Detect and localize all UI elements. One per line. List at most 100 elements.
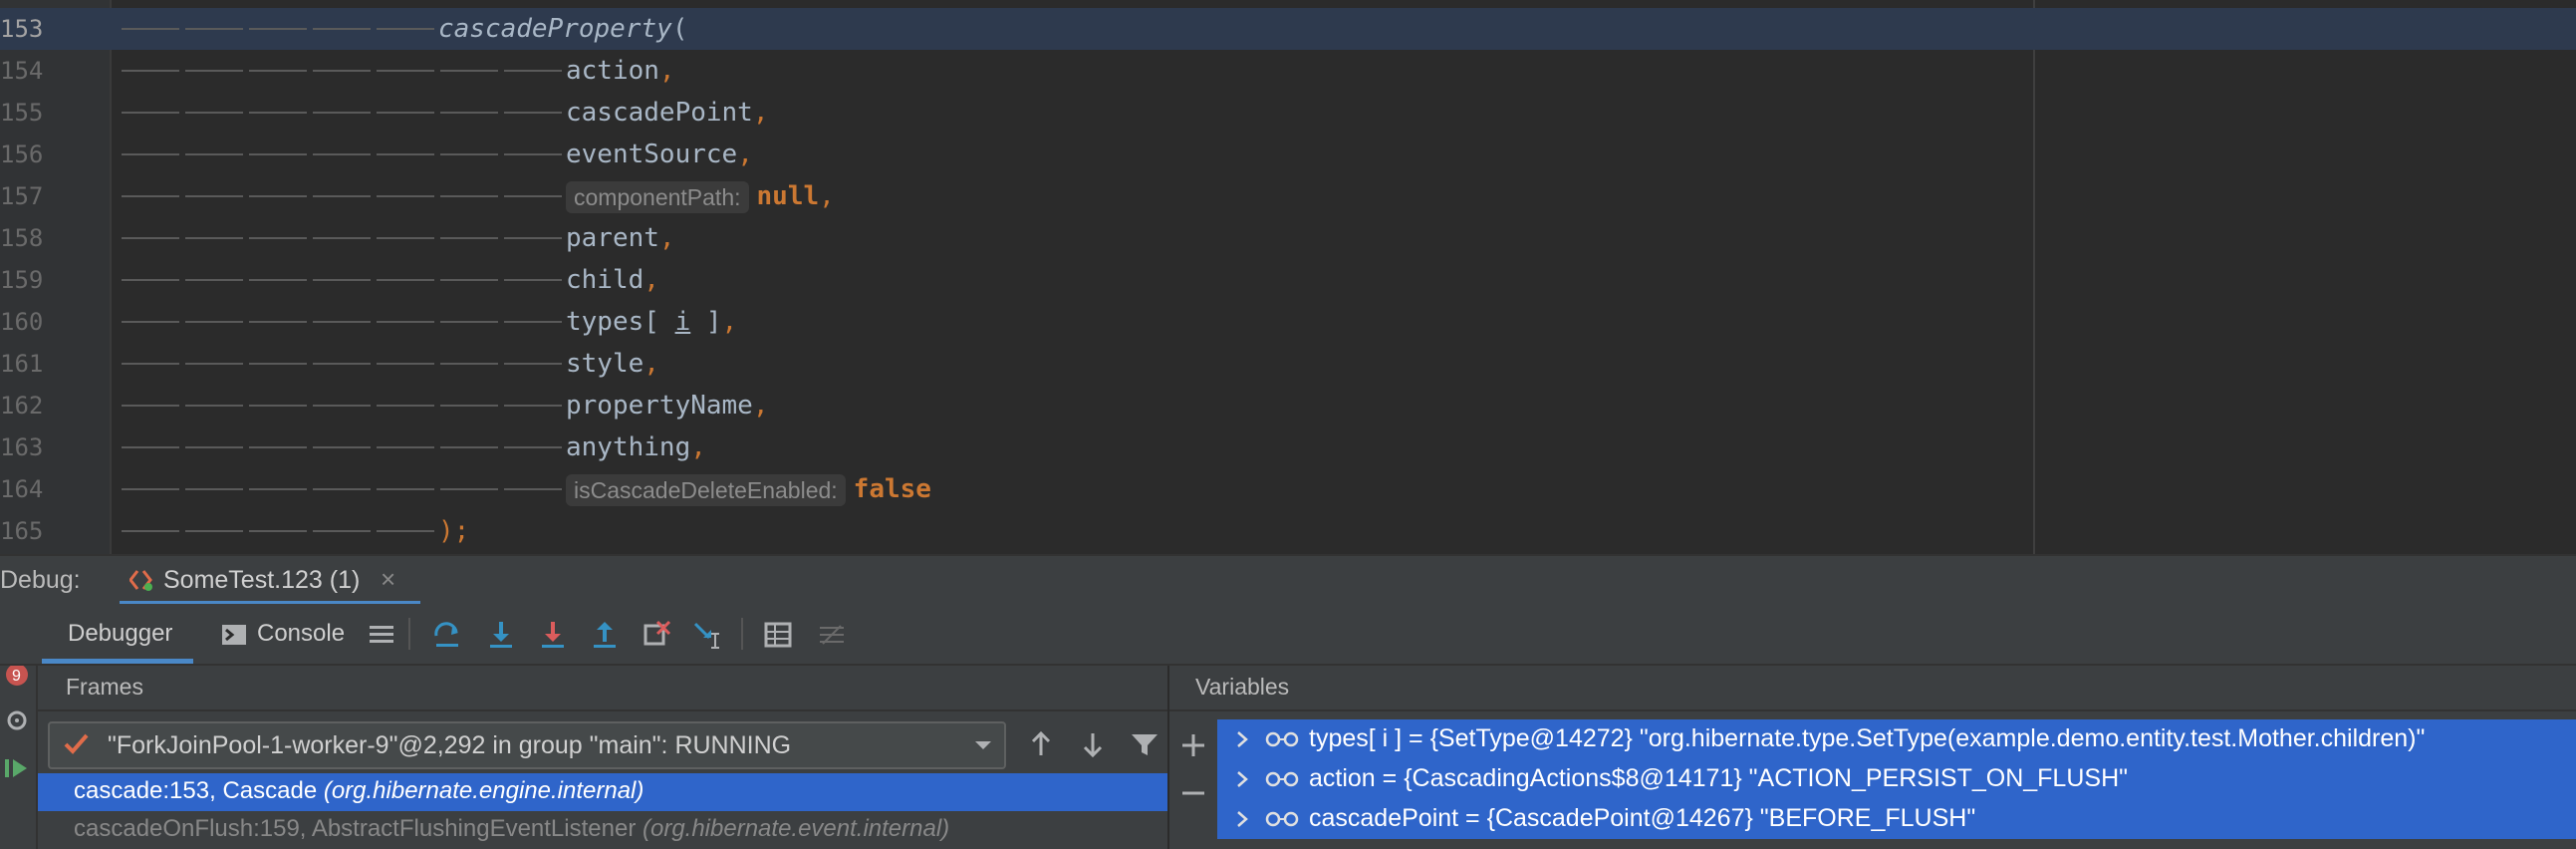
indent-guide (249, 446, 307, 448)
variable-text: action = {CascadingActions$8@14171} "ACT… (1309, 764, 2128, 792)
indent-guide (313, 488, 371, 490)
filter-icon[interactable] (1128, 727, 1161, 761)
code-line[interactable]: 162 propertyName, (0, 385, 2576, 426)
add-watch-icon[interactable] (1179, 731, 1207, 759)
code-token: , (752, 98, 769, 128)
code-line[interactable]: 165); (0, 510, 2576, 552)
indent-guide (249, 488, 307, 490)
indent-guide (313, 279, 371, 281)
chevron-right-icon[interactable] (1235, 729, 1249, 749)
indent-guide (377, 195, 434, 197)
code-text: cascadeProperty( (438, 8, 687, 50)
code-text: componentPath: null, (566, 175, 835, 217)
code-editor[interactable]: 153 cascadeProperty(154 action, 155 cascadeP… (0, 0, 2576, 554)
code-line[interactable]: 154 action, (0, 50, 2576, 92)
code-line[interactable]: 164 isCascadeDeleteEnabled: false (0, 468, 2576, 510)
indent-guide (440, 321, 498, 323)
variable-row[interactable]: cascadePoint = {CascadePoint@14267} "BEF… (1217, 799, 2576, 839)
indent-guide (504, 405, 562, 407)
frame-row[interactable]: cascadeOnFlush:159, AbstractFlushingEven… (38, 811, 1167, 849)
svg-text:9: 9 (12, 668, 21, 685)
indent-guide (185, 321, 243, 323)
code-token: action (566, 56, 659, 86)
arrow-up-icon[interactable] (1024, 727, 1058, 761)
code-line[interactable]: 156 eventSource, (0, 134, 2576, 175)
code-token: propertyName (566, 391, 753, 421)
indent-guide (185, 279, 243, 281)
indent-guide (185, 195, 243, 197)
code-line[interactable]: 158 parent, (0, 217, 2576, 259)
indent-guide (377, 28, 434, 30)
chevron-right-icon[interactable] (1235, 809, 1249, 829)
variables-title: Variables (1195, 674, 1290, 700)
indent-guide (440, 488, 498, 490)
variable-row[interactable]: action = {CascadingActions$8@14171} "ACT… (1217, 759, 2576, 799)
code-token: , (752, 391, 769, 421)
tab-debugger[interactable]: Debugger (42, 604, 193, 664)
remove-watch-icon[interactable] (1179, 779, 1207, 807)
code-text: child, (566, 259, 659, 301)
indent-guide (185, 153, 243, 155)
drop-frame-icon[interactable] (640, 618, 673, 652)
indent-guide (122, 446, 179, 448)
thread-dropdown[interactable]: "ForkJoinPool-1-worker-9"@2,292 in group… (48, 721, 1006, 769)
indent-guide (249, 237, 307, 239)
variables-side-toolbar (1169, 711, 1215, 849)
code-token: , (690, 432, 706, 462)
code-line[interactable]: 159 child, (0, 259, 2576, 301)
resume-program-icon[interactable] (2, 753, 32, 783)
menu-lines-icon[interactable] (365, 618, 398, 652)
indent-guide (377, 153, 434, 155)
indent-guide (249, 405, 307, 407)
frame-row[interactable]: cascade:153, Cascade (org.hibernate.engi… (38, 773, 1167, 811)
evaluate-expression-icon[interactable] (761, 618, 795, 652)
frames-title: Frames (66, 674, 143, 700)
indent-guide (122, 363, 179, 365)
variable-row[interactable]: types[ i ] = {SetType@14272} "org.hibern… (1217, 719, 2576, 759)
indent-guide (185, 70, 243, 72)
step-over-icon[interactable] (430, 618, 464, 652)
indent-guide (122, 112, 179, 114)
indent-guide (185, 363, 243, 365)
watch-glasses-icon (1265, 771, 1299, 787)
indent-guide (313, 28, 371, 30)
line-number: 165 (0, 517, 44, 545)
code-line[interactable]: 163 anything, (0, 426, 2576, 468)
frame-package: (org.hibernate.event.internal) (642, 815, 950, 842)
variable-text: cascadePoint = {CascadePoint@14267} "BEF… (1309, 804, 1976, 832)
settings-icon[interactable] (2, 706, 32, 735)
code-token: i (674, 307, 691, 337)
close-icon[interactable]: × (381, 564, 395, 595)
code-line[interactable]: 157 componentPath: null, (0, 175, 2576, 217)
code-token: eventSource (566, 140, 738, 169)
debug-session-tab-label: SomeTest.123 (1) (163, 566, 361, 594)
debug-session-tab[interactable]: SomeTest.123 (1) × (120, 556, 420, 606)
run-to-cursor-icon[interactable] (691, 618, 725, 652)
code-text: action, (566, 50, 675, 92)
code-token: , (658, 223, 675, 253)
code-token: child (566, 265, 644, 295)
indent-guide (440, 70, 498, 72)
indent-guide (122, 488, 179, 490)
code-line[interactable]: 161 style, (0, 343, 2576, 385)
step-out-icon[interactable] (588, 618, 622, 652)
indent-guide (249, 153, 307, 155)
chevron-right-icon[interactable] (1235, 769, 1249, 789)
trace-current-stream-icon[interactable] (815, 618, 849, 652)
force-step-into-icon[interactable] (536, 618, 570, 652)
debug-tool-window-header: Debug: SomeTest.123 (1) × (0, 554, 2576, 606)
arrow-down-icon[interactable] (1076, 727, 1110, 761)
code-line[interactable]: 153 cascadeProperty( (0, 8, 2576, 50)
line-number: 155 (0, 99, 44, 127)
tab-console[interactable]: Console (217, 604, 357, 664)
step-into-icon[interactable] (484, 618, 518, 652)
indent-guide (313, 70, 371, 72)
indent-guide (122, 70, 179, 72)
indent-guide (504, 195, 562, 197)
indent-guide (377, 70, 434, 72)
code-token: , (721, 307, 738, 337)
line-number: 161 (0, 350, 44, 378)
code-line[interactable]: 160 types[ i ], (0, 301, 2576, 343)
indent-guide (122, 237, 179, 239)
code-line[interactable]: 155 cascadePoint, (0, 92, 2576, 134)
